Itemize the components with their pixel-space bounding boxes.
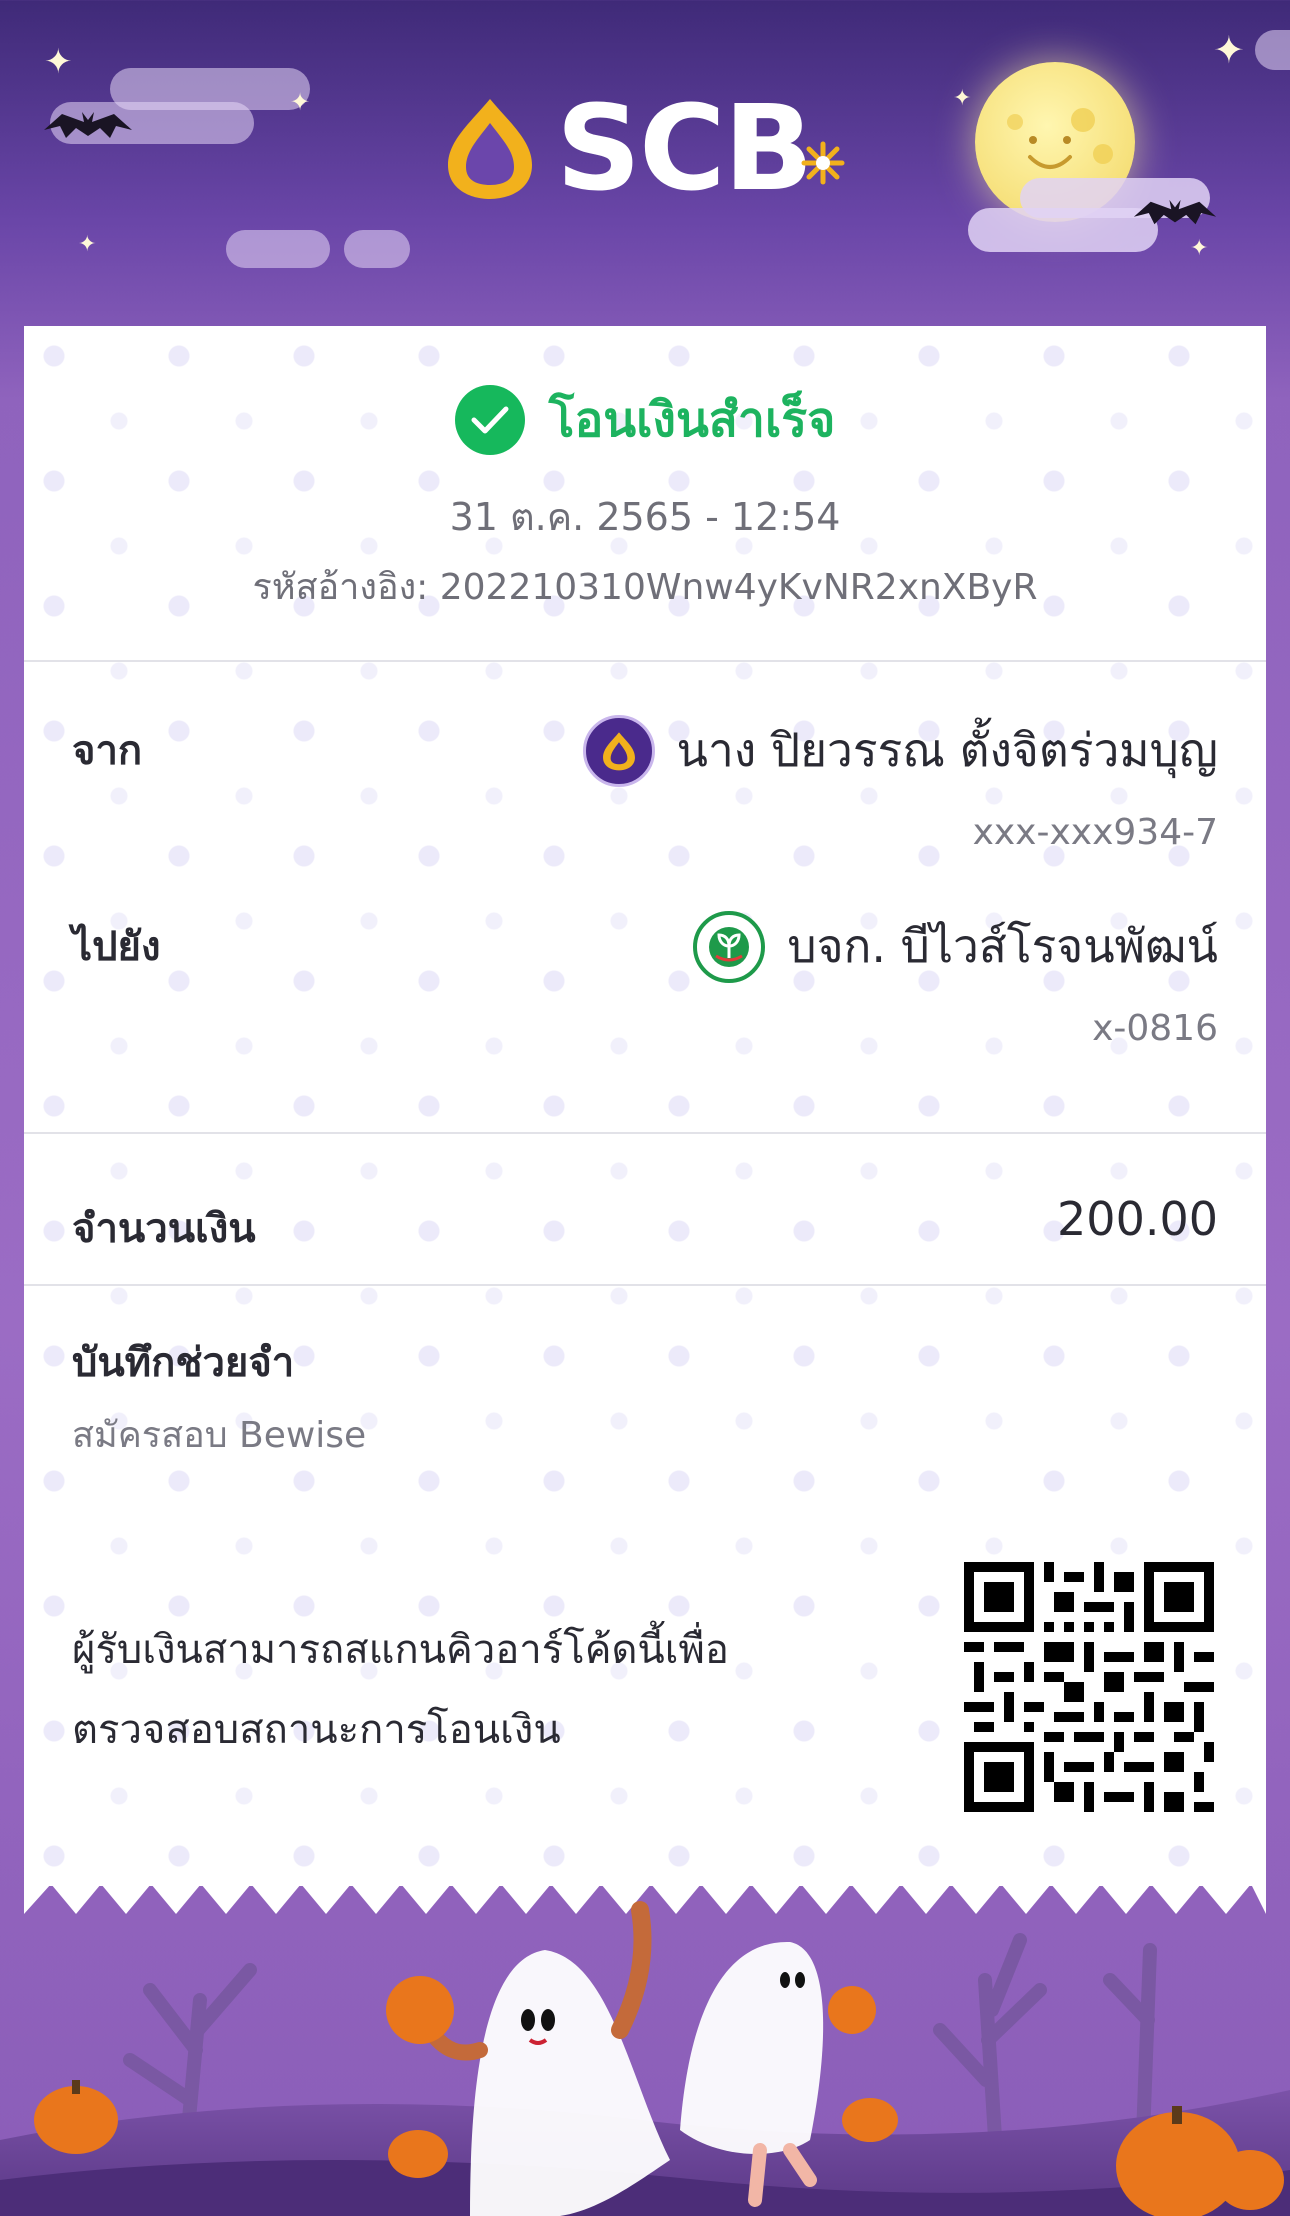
transfer-status: โอนเงินสำเร็จ — [24, 382, 1266, 458]
bat-icon — [44, 112, 132, 138]
bat-icon — [1133, 199, 1217, 225]
sender-name: นาง ปิยวรรณ ตั้งจิตร่วมบุญ — [676, 723, 1218, 777]
sender-account: xxx-xxx934-7 — [972, 812, 1218, 853]
pumpkin-icon — [34, 2080, 118, 2154]
halloween-scene — [0, 1901, 1290, 2216]
sender: นาง ปิยวรรณ ตั้งจิตร่วมบุญ — [582, 714, 1218, 787]
receipt-header: ✦ ✦ ✦ ✦ ✦ ✦ SCB — [0, 0, 1290, 326]
divider — [24, 1132, 1266, 1134]
pumpkin-icon — [388, 2130, 448, 2178]
scb-logo: SCB — [440, 88, 860, 208]
transaction-datetime: 31 ต.ค. 2565 - 12:54 — [449, 495, 841, 539]
divider — [24, 1284, 1266, 1286]
star-icon: ✦ — [78, 232, 97, 257]
check-icon — [454, 385, 525, 455]
recipient-account: x-0816 — [1092, 1008, 1218, 1049]
pumpkin-icon — [842, 2098, 898, 2142]
status-text: โอนเงินสำเร็จ — [548, 392, 836, 448]
star-icon: ✦ — [44, 42, 73, 82]
star-icon: ✦ — [1213, 28, 1245, 72]
amount-label: จำนวนเงิน — [72, 1206, 256, 1252]
memo-label: บันทึกช่วยจำ — [72, 1340, 295, 1386]
amount-value: 200.00 — [1057, 1192, 1218, 1246]
kbank-bank-icon — [693, 910, 766, 983]
scb-logo-mark-icon — [448, 99, 532, 199]
cloud-decoration — [1255, 30, 1290, 70]
qr-code-icon[interactable] — [964, 1562, 1214, 1812]
from-label: จาก — [72, 728, 143, 774]
recipient: บจก. บีไวส์โรจนพัฒน์ — [693, 910, 1218, 983]
star-icon: ✦ — [290, 88, 311, 116]
qr-instruction: ผู้รับเงินสามารถสแกนคิวอาร์โค้ดนี้เพื่อ … — [72, 1610, 792, 1770]
qr-instruction-line2: ตรวจสอบสถานะการโอนเงิน — [72, 1707, 561, 1753]
receipt-card: โอนเงินสำเร็จ 31 ต.ค. 2565 - 12:54 รหัสอ… — [24, 326, 1266, 1886]
star-icon: ✦ — [953, 86, 972, 111]
reference-code: รหัสอ้างอิง: 202210310Wnw4yKvNR2xnXByR — [252, 567, 1038, 608]
to-label: ไปยัง — [72, 924, 161, 970]
qr-instruction-line1: ผู้รับเงินสามารถสแกนคิวอาร์โค้ดนี้เพื่อ — [72, 1627, 729, 1673]
cloud-decoration — [226, 230, 330, 268]
scb-bank-icon — [582, 714, 655, 787]
divider — [24, 660, 1266, 662]
sparkle-icon — [801, 141, 845, 185]
recipient-name: บจก. บีไวส์โรจนพัฒน์ — [787, 919, 1218, 973]
star-icon: ✦ — [1190, 236, 1209, 261]
memo-value: สมัครสอบ Bewise — [72, 1415, 367, 1456]
cloud-decoration — [344, 230, 410, 268]
brand-name: SCB — [556, 79, 814, 217]
cloud-decoration — [968, 208, 1158, 252]
